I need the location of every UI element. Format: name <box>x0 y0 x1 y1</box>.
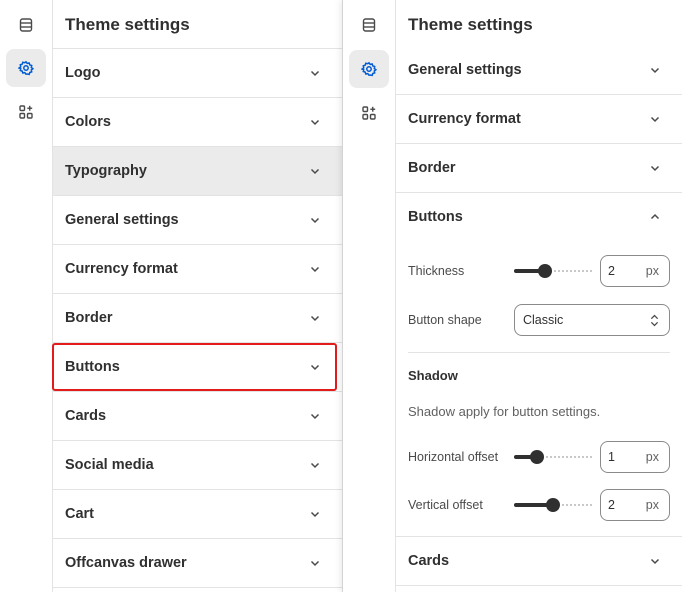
section-label: Cards <box>65 408 107 424</box>
thickness-label: Thickness <box>408 264 465 278</box>
button-shape-label: Button shape <box>408 313 482 327</box>
section-header-border[interactable]: Border <box>396 144 682 193</box>
section-label: Buttons <box>65 359 120 375</box>
section-header-border[interactable]: Border <box>53 294 342 343</box>
unit-label: px <box>645 498 659 512</box>
section-header-general-settings[interactable]: General settings <box>53 196 342 245</box>
section-header-cart[interactable]: Cart <box>53 490 342 539</box>
section-label: General settings <box>65 212 179 228</box>
panel-title: Theme settings <box>408 15 533 34</box>
section-label: Currency format <box>408 111 521 127</box>
section-header-cards[interactable]: Cards <box>53 392 342 441</box>
vertical-offset-value[interactable]: 2 <box>608 498 615 512</box>
buttons-section-expanded: Buttons Thickness 2 px Button shape Clas… <box>396 192 682 537</box>
vertical-offset-slider[interactable] <box>514 498 592 512</box>
section-label: Border <box>408 160 456 176</box>
button-shape-row: Button shape Classic <box>408 304 670 336</box>
chevron-up-icon <box>650 213 660 219</box>
app-embeds-nav-button[interactable] <box>349 94 389 132</box>
horizontal-offset-row: Horizontal offset 1 px <box>408 441 670 473</box>
section-label: Offcanvas drawer <box>65 555 187 571</box>
section-label: General settings <box>408 62 522 78</box>
chevron-down-icon <box>310 364 320 371</box>
section-label: Logo <box>65 65 101 81</box>
chevron-down-icon <box>310 413 320 420</box>
chevron-down-icon <box>310 266 320 273</box>
chevron-down-icon <box>310 70 320 77</box>
gear-icon <box>18 60 34 76</box>
apps-add-icon <box>362 106 376 120</box>
thickness-input[interactable]: 2 px <box>600 255 670 287</box>
thickness-slider[interactable] <box>514 264 592 278</box>
section-label: Border <box>65 310 113 326</box>
chevron-down-icon <box>310 217 320 224</box>
slider-thumb[interactable] <box>530 450 545 464</box>
section-label: Cards <box>408 553 450 569</box>
chevron-down-icon <box>310 462 320 469</box>
chevron-down-icon <box>650 67 660 74</box>
theme-settings-nav-button[interactable] <box>349 50 389 88</box>
horizontal-offset-label: Horizontal offset <box>408 450 499 464</box>
section-header-social-media[interactable]: Social media <box>53 441 342 490</box>
vertical-offset-label: Vertical offset <box>408 498 483 512</box>
section-header-colors[interactable]: Colors <box>53 98 342 147</box>
sections-icon <box>19 18 33 32</box>
vertical-offset-row: Vertical offset 2 px <box>408 489 670 521</box>
divider <box>408 352 670 353</box>
chevron-down-icon <box>650 558 660 565</box>
thickness-row: Thickness 2 px <box>408 255 670 287</box>
section-label: Colors <box>65 114 111 130</box>
chevron-down-icon <box>310 315 320 322</box>
sections-nav-button[interactable] <box>349 6 389 44</box>
sections-icon <box>362 18 376 32</box>
section-header-buttons[interactable]: Buttons <box>396 192 682 241</box>
section-label: Buttons <box>408 208 463 225</box>
chevron-down-icon <box>310 560 320 567</box>
unit-label: px <box>645 264 659 278</box>
chevron-down-icon <box>310 511 320 518</box>
section-label: Cart <box>65 506 95 522</box>
chevron-down-icon <box>310 119 320 126</box>
apps-add-icon <box>19 105 33 119</box>
theme-settings-panel-expanded: Theme settings General settings Currency … <box>342 0 682 592</box>
button-shape-select[interactable]: Classic <box>514 304 670 336</box>
sidebar-rail <box>0 0 53 592</box>
vertical-offset-input[interactable]: 2 px <box>600 489 670 521</box>
horizontal-offset-value[interactable]: 1 <box>608 450 615 464</box>
section-header-general-settings[interactable]: General settings <box>396 46 682 95</box>
gear-icon <box>361 61 377 77</box>
app-embeds-nav-button[interactable] <box>6 93 46 131</box>
section-header-cards[interactable]: Cards <box>396 537 682 586</box>
unit-label: px <box>645 450 659 464</box>
panel-title: Theme settings <box>53 0 342 49</box>
section-header-currency-format[interactable]: Currency format <box>396 95 682 144</box>
section-header-currency-format[interactable]: Currency format <box>53 245 342 294</box>
sidebar-rail <box>343 0 396 592</box>
select-value: Classic <box>523 313 564 327</box>
chevron-down-icon <box>310 168 320 175</box>
theme-settings-nav-button[interactable] <box>6 49 46 87</box>
section-header-buttons[interactable]: Buttons <box>53 343 342 392</box>
section-header-logo[interactable]: Logo <box>53 49 342 98</box>
shadow-note: Shadow apply for button settings. <box>408 404 601 419</box>
chevron-down-icon <box>650 116 660 123</box>
theme-settings-panel-collapsed: Theme settings Logo Colors Typography Gener… <box>0 0 342 592</box>
section-header-typography[interactable]: Typography <box>53 147 342 196</box>
horizontal-offset-slider[interactable] <box>514 450 592 464</box>
shadow-heading: Shadow <box>408 368 458 383</box>
sections-nav-button[interactable] <box>6 6 46 44</box>
select-arrows-icon <box>650 314 659 326</box>
chevron-down-icon <box>650 165 660 172</box>
section-header-offcanvas-drawer[interactable]: Offcanvas drawer <box>53 539 342 588</box>
horizontal-offset-input[interactable]: 1 px <box>600 441 670 473</box>
slider-thumb[interactable] <box>546 498 560 512</box>
section-label: Currency format <box>65 261 178 277</box>
slider-thumb[interactable] <box>538 264 553 278</box>
thickness-value[interactable]: 2 <box>608 264 615 278</box>
section-label: Social media <box>65 457 154 473</box>
section-label: Typography <box>65 163 147 179</box>
